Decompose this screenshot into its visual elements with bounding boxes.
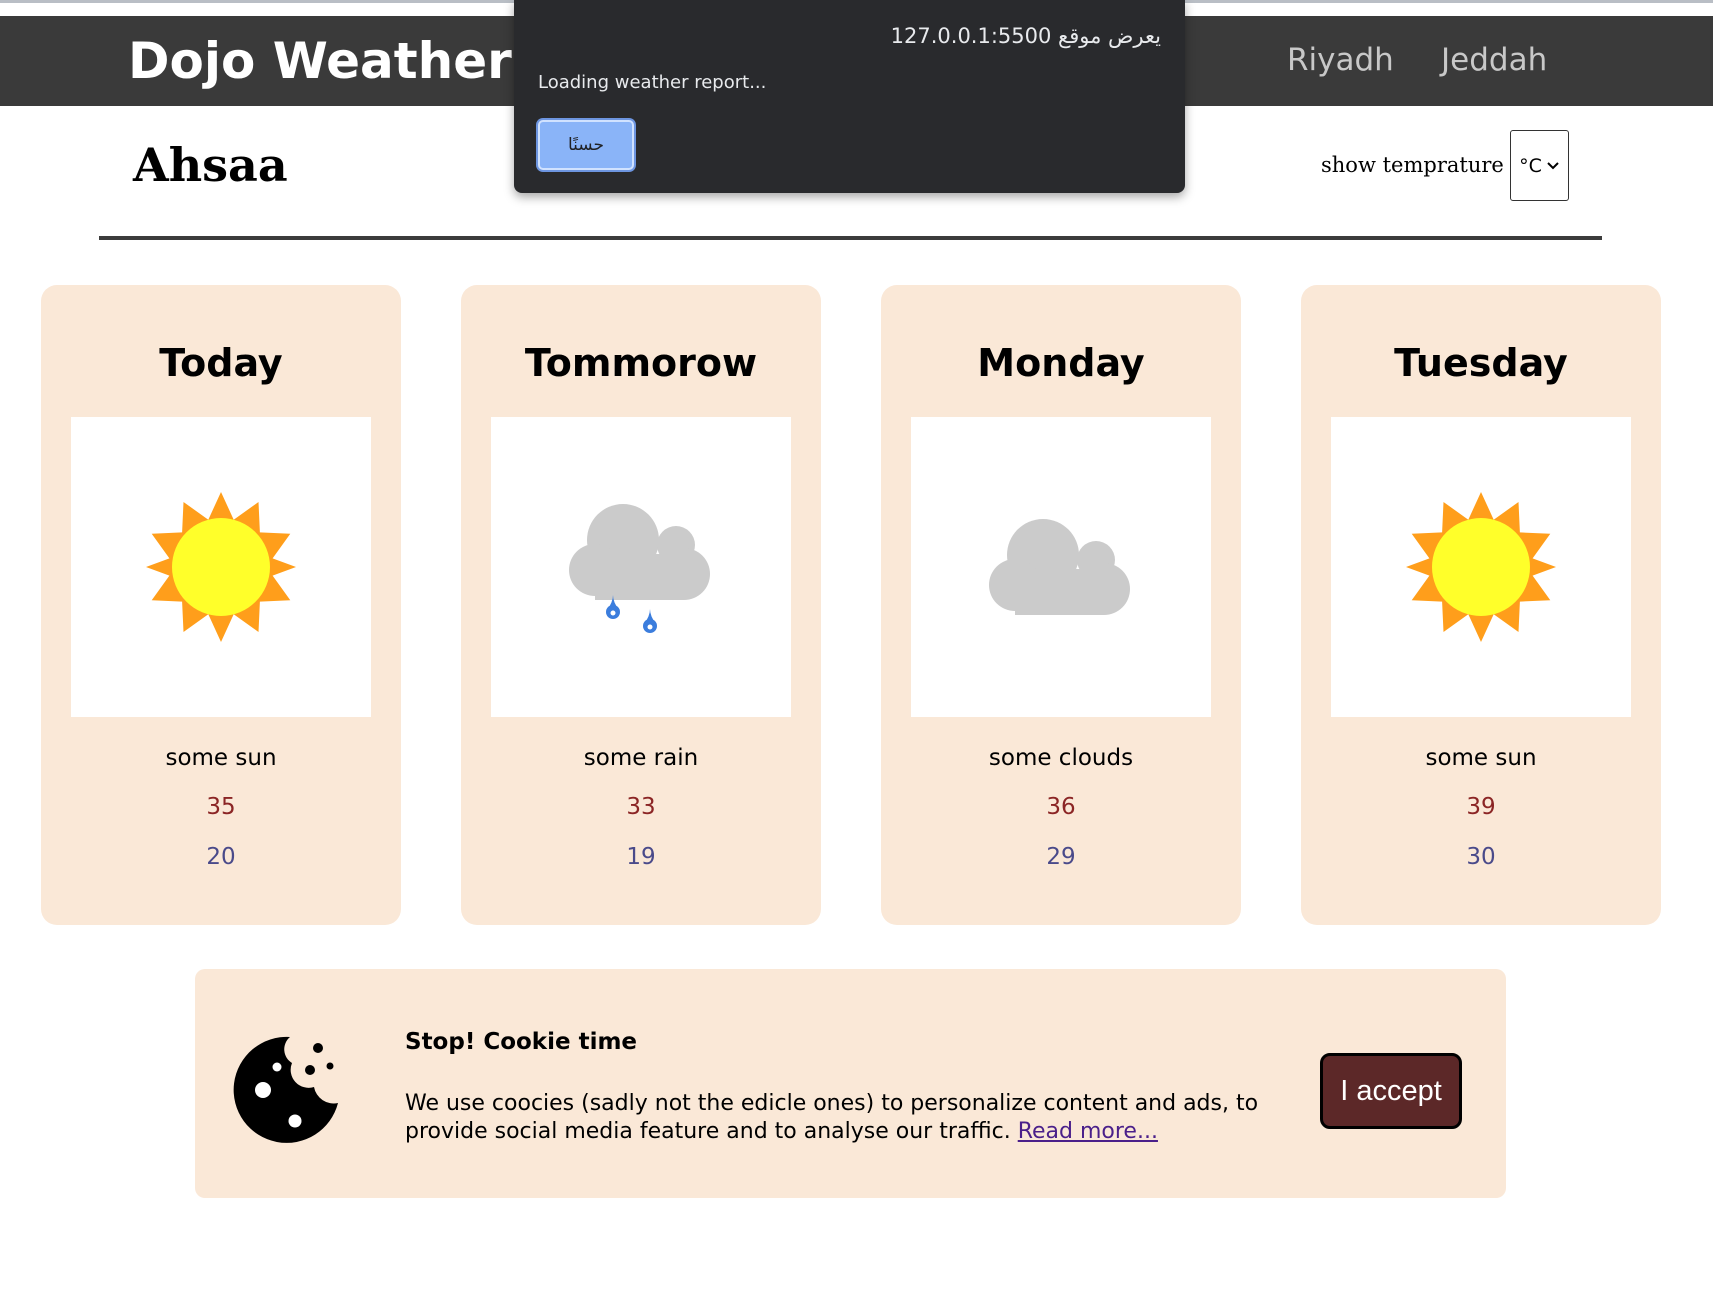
forecast-low-temp: 29: [1046, 844, 1076, 870]
cookie-icon: [233, 1036, 338, 1143]
forecast-day: Tuesday: [1394, 341, 1568, 385]
forecast-image: [71, 417, 371, 717]
forecast-day: Today: [159, 341, 283, 385]
accept-button[interactable]: I accept: [1320, 1053, 1462, 1129]
forecast-image: [911, 417, 1211, 717]
forecast-description: some clouds: [988, 745, 1134, 771]
cloud-icon: [989, 519, 1130, 615]
forecast-high-temp: 35: [206, 794, 236, 820]
forecast-image: [1331, 417, 1631, 717]
forecast-card-today: Today some sun 35 20: [41, 285, 401, 925]
sun-icon: [1406, 492, 1556, 642]
read-more-link[interactable]: Read more...: [1018, 1119, 1158, 1144]
forecast-high-temp: 33: [626, 794, 656, 820]
nav-link-jeddah[interactable]: Jeddah: [1441, 42, 1547, 79]
forecast-day: Tommorow: [524, 341, 758, 385]
forecast-low-temp: 20: [206, 844, 236, 870]
forecast-high-temp: 39: [1466, 794, 1496, 820]
forecast-high-temp: 36: [1046, 794, 1076, 820]
forecast-description: some sun: [1425, 745, 1537, 771]
forecast-card-monday: Monday some clouds 36 29: [881, 285, 1241, 925]
city-title: Ahsaa: [133, 138, 288, 192]
rain-cloud-icon: [569, 504, 710, 633]
forecast-image: [491, 417, 791, 717]
forecast-card-tomorrow: Tommorow some rain 33 19: [461, 285, 821, 925]
brand-title: Dojo Weather: [128, 32, 512, 90]
cookie-text: We use coocies (sadly not the edicle one…: [405, 1090, 1305, 1145]
unit-select-value: °C: [1519, 154, 1542, 177]
forecast-card-tuesday: Tuesday some sun 39 30: [1301, 285, 1661, 925]
unit-select[interactable]: °C: [1510, 130, 1569, 201]
unit-label: show temprature in: [1321, 153, 1531, 177]
dialog-message: Loading weather report...: [538, 72, 767, 93]
dialog-origin: 127.0.0.1:5500 يعرض موقع: [890, 24, 1161, 48]
forecast-description: some rain: [583, 745, 699, 771]
forecast-low-temp: 19: [626, 844, 656, 870]
sun-icon: [146, 492, 296, 642]
dialog-ok-button[interactable]: حسنًا: [538, 120, 634, 170]
cookie-title: Stop! Cookie time: [405, 1029, 638, 1055]
cookie-banner: Stop! Cookie time We use coocies (sadly …: [195, 969, 1506, 1198]
alert-dialog: 127.0.0.1:5500 يعرض موقع Loading weather…: [514, 0, 1185, 193]
forecast-day: Monday: [977, 341, 1145, 385]
forecast-low-temp: 30: [1466, 844, 1496, 870]
forecast-description: some sun: [165, 745, 277, 771]
chevron-down-icon: [1547, 161, 1559, 169]
nav-link-riyadh[interactable]: Riyadh: [1287, 42, 1394, 79]
divider: [99, 236, 1602, 240]
